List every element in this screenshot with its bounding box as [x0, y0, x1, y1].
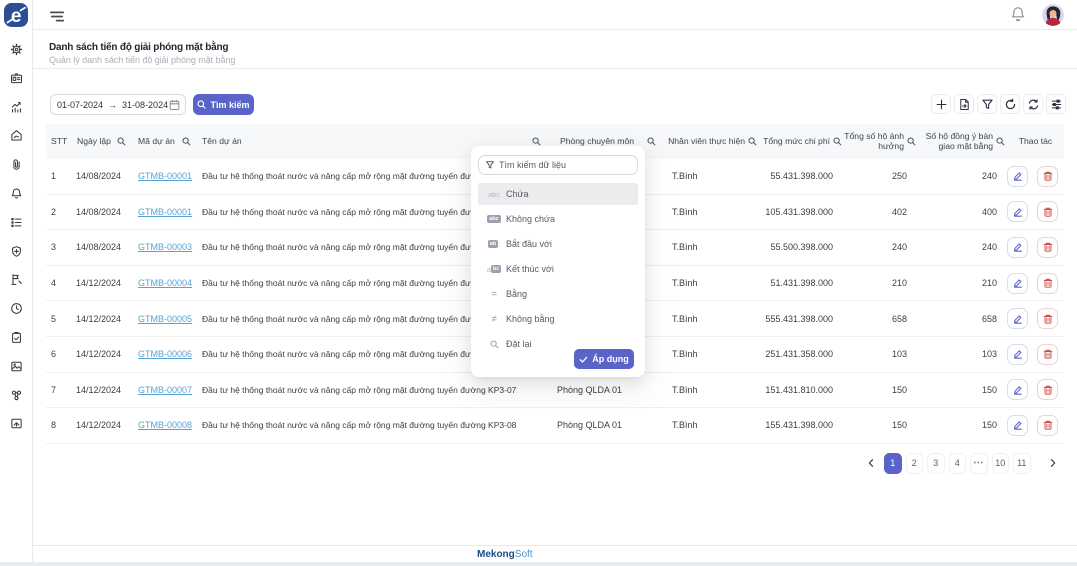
svg-text:e: e: [11, 6, 22, 27]
